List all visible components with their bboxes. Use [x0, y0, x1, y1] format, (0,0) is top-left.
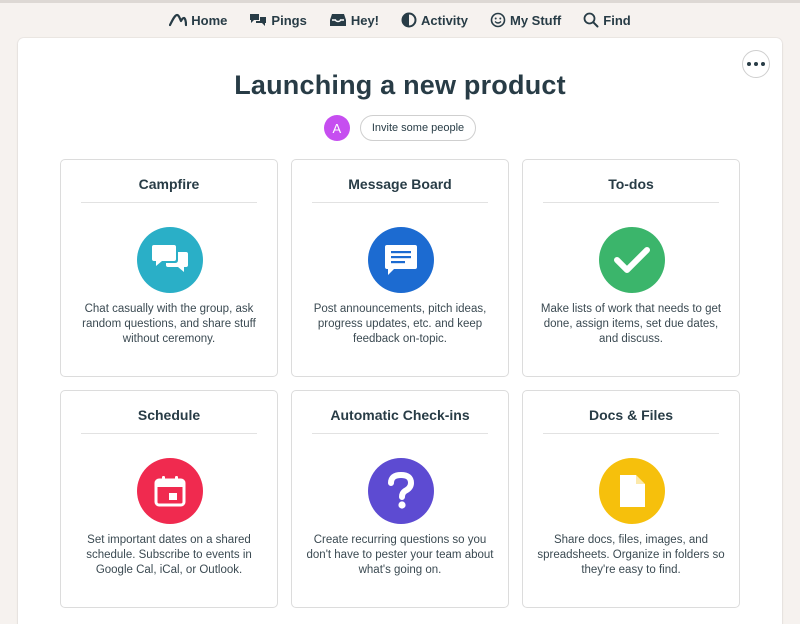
nav-find[interactable]: Find — [572, 4, 641, 36]
document-icon — [599, 458, 665, 524]
chat-bubbles-icon — [137, 227, 203, 293]
project-panel: Launching a new product A Invite some pe… — [18, 38, 782, 624]
top-border — [0, 0, 800, 3]
divider — [81, 202, 257, 203]
tool-title: Schedule — [137, 407, 201, 423]
divider — [312, 433, 488, 434]
nav-pings-label: Pings — [271, 12, 307, 28]
smiley-face-icon — [490, 12, 506, 28]
calendar-icon — [137, 458, 203, 524]
tool-description: Set important dates on a shared schedule… — [86, 534, 252, 576]
nav-home-label: Home — [191, 12, 228, 28]
nav-hey[interactable]: Hey! — [318, 4, 390, 36]
checkmark-icon — [599, 227, 665, 293]
basecamp-mountain-icon — [169, 13, 188, 27]
avatar[interactable]: A — [323, 115, 350, 141]
tool-description: Post announcements, pitch ideas, progres… — [313, 303, 487, 345]
tool-title: Docs & Files — [588, 407, 674, 423]
people-row: A Invite some people — [18, 114, 782, 142]
divider — [81, 433, 257, 434]
tool-title: To-dos — [608, 176, 654, 192]
tool-title: Automatic Check-ins — [330, 407, 470, 423]
nav-hey-label: Hey! — [350, 12, 380, 28]
ellipsis-icon — [747, 62, 751, 66]
project-title: Launching a new product — [234, 70, 566, 100]
tool-description: Create recurring questions so you don't … — [306, 534, 494, 576]
tool-title: Campfire — [138, 176, 200, 192]
question-mark-icon — [368, 458, 434, 524]
inbox-tray-icon — [329, 13, 347, 27]
top-nav: Home Pings Hey! Activity My Stuff Find — [0, 4, 800, 36]
tool-description: Share docs, files, images, and spreadshe… — [537, 534, 725, 576]
nav-find-label: Find — [603, 12, 631, 28]
nav-activity[interactable]: Activity — [390, 4, 479, 36]
divider — [312, 202, 488, 203]
chat-bubbles-icon — [249, 13, 267, 28]
nav-home[interactable]: Home — [158, 4, 238, 36]
tool-card-todos[interactable]: To-dos Make lists of work that needs to … — [522, 159, 740, 377]
magnifier-icon — [583, 12, 599, 28]
tool-description: Chat casually with the group, ask random… — [82, 303, 256, 345]
tool-description: Make lists of work that needs to get don… — [540, 303, 722, 345]
nav-my-stuff-label: My Stuff — [509, 12, 562, 28]
tool-card-schedule[interactable]: Schedule Set important dates on a shared… — [60, 390, 278, 608]
half-circle-icon — [401, 12, 417, 28]
tool-card-campfire[interactable]: Campfire Chat casually with the group, a… — [60, 159, 278, 377]
nav-pings[interactable]: Pings — [238, 4, 317, 36]
tool-card-automatic-checkins[interactable]: Automatic Check-ins Create recurring que… — [291, 390, 509, 608]
invite-people-button[interactable]: Invite some people — [359, 115, 477, 141]
divider — [543, 433, 719, 434]
tool-title: Message Board — [348, 176, 452, 192]
message-document-icon — [368, 227, 434, 293]
tool-card-docs-files[interactable]: Docs & Files Share docs, files, images, … — [522, 390, 740, 608]
nav-my-stuff[interactable]: My Stuff — [479, 4, 572, 36]
nav-activity-label: Activity — [421, 12, 468, 28]
divider — [543, 202, 719, 203]
tool-card-message-board[interactable]: Message Board Post announcements, pitch … — [291, 159, 509, 377]
